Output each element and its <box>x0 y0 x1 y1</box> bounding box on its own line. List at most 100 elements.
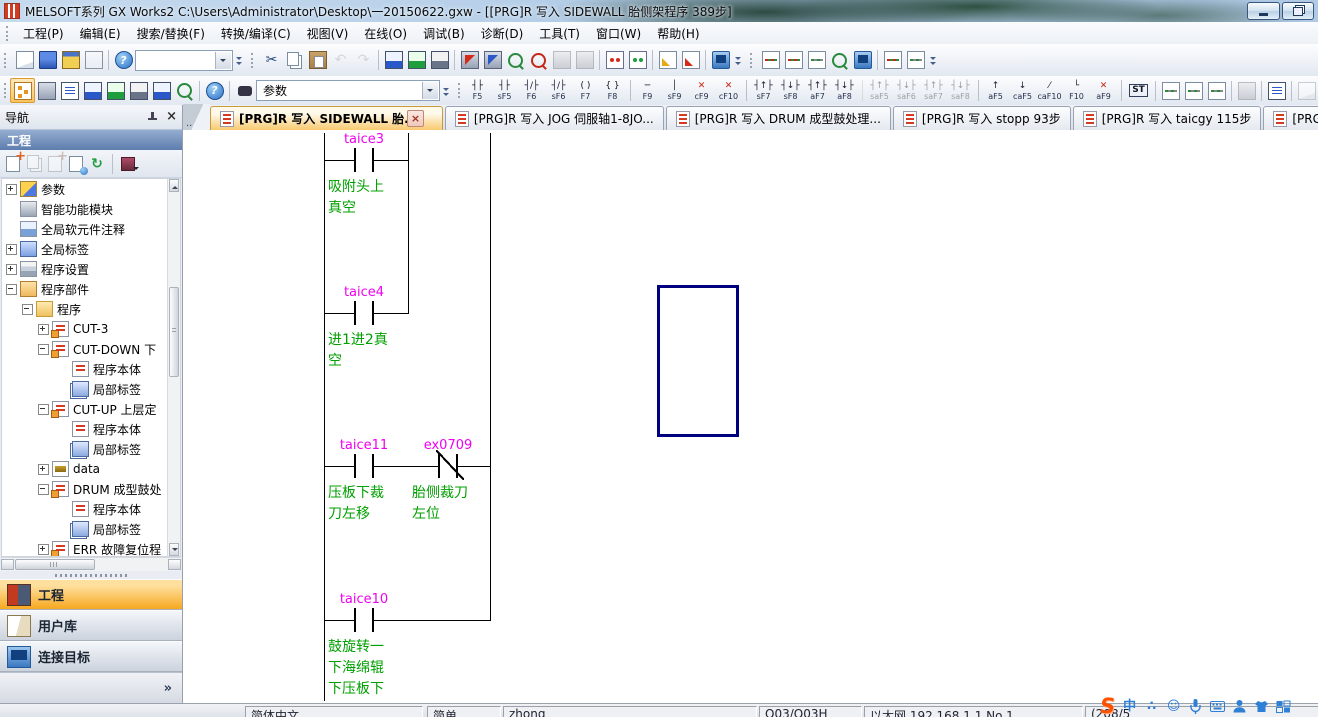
tree-expander[interactable] <box>38 544 49 555</box>
emoji-icon[interactable]: ☺ <box>1166 699 1181 714</box>
tree-expander[interactable] <box>6 244 17 255</box>
write-to-plc-button[interactable] <box>458 49 481 72</box>
chinese-mode-icon[interactable]: 中 <box>1122 699 1137 714</box>
ladder-symbol-button[interactable]: ↓ caF5 <box>1009 78 1036 103</box>
tree-item[interactable]: CUT-DOWN 下 <box>2 339 168 359</box>
ladder-contact[interactable]: taice10 鼓旋转一 下海绵辊 下压板下 <box>322 592 406 608</box>
ladder-contact[interactable]: taice3 吸附头上 真空 <box>322 132 406 148</box>
function-list-button[interactable] <box>58 79 81 102</box>
scroll-down-button[interactable] <box>169 543 179 556</box>
monitor-write-button[interactable] <box>550 49 573 72</box>
copy-item-button[interactable] <box>25 155 43 173</box>
sogou-logo-icon[interactable]: S <box>1099 696 1117 716</box>
program-combo[interactable] <box>135 50 233 71</box>
combo-dropdown-icon[interactable] <box>215 52 231 69</box>
tree-expander[interactable] <box>22 304 33 315</box>
property-button[interactable] <box>67 155 85 173</box>
help-button[interactable]: ? <box>112 49 135 72</box>
device-zoom-dropdown[interactable] <box>173 79 196 102</box>
paste-button[interactable] <box>306 49 329 72</box>
tree-vertical-scrollbar[interactable] <box>167 179 180 556</box>
tree-item[interactable]: DRUM 成型鼓处 <box>2 479 168 499</box>
note-jump-button[interactable] <box>679 49 702 72</box>
tree-item[interactable]: 程序本体 <box>2 359 168 379</box>
menu-item[interactable]: 调试(B) <box>415 23 473 44</box>
device-find-button[interactable] <box>81 79 104 102</box>
toolbox-icon[interactable] <box>1276 699 1291 714</box>
tree-expander[interactable] <box>38 484 49 495</box>
menu-item[interactable]: 帮助(H) <box>649 23 707 44</box>
ladder-symbol-button[interactable]: └ F10 <box>1063 78 1090 103</box>
undo-button[interactable] <box>329 49 352 72</box>
paste-item-button[interactable] <box>46 155 64 173</box>
add-item-button[interactable] <box>4 155 22 173</box>
wave-check-button[interactable] <box>881 49 904 72</box>
navigation-view-button[interactable]: 用户库 <box>0 610 182 641</box>
menu-item[interactable]: 窗口(W) <box>588 23 649 44</box>
ladder-symbol-button[interactable]: ( ) F7 <box>572 78 599 103</box>
tree-item[interactable]: ERR 故障复位程 <box>2 539 168 556</box>
open-project-button[interactable] <box>36 49 59 72</box>
ladder-editor[interactable]: taice3 吸附头上 真空 taice4 进1进2真 空 taice11 压 <box>183 130 1318 703</box>
tree-item[interactable]: 全局标签 <box>2 239 168 259</box>
tree-item[interactable]: CUT-UP 上层定 <box>2 399 168 419</box>
device-display-2-button[interactable] <box>626 49 649 72</box>
ladder-symbol-button[interactable]: ┤↑├ aF7 <box>804 78 831 103</box>
tab-scroll-corner[interactable]: .. <box>183 104 210 130</box>
navigation-toggle-button[interactable] <box>10 78 35 103</box>
toolbar-overflow-chevron[interactable] <box>233 49 245 71</box>
more-views-button[interactable]: » <box>164 681 172 696</box>
help-button-2[interactable]: ? <box>203 79 226 102</box>
monitor-screen-button[interactable] <box>709 49 732 72</box>
tree-item[interactable]: CUT-3 <box>2 319 168 339</box>
read-from-plc-button[interactable] <box>481 49 504 72</box>
document-tab[interactable]: [PRG]R 写入 taicgy 115步 <box>1073 106 1262 130</box>
redo-button[interactable] <box>352 49 375 72</box>
navigation-view-button[interactable]: 连接目标 <box>0 641 182 672</box>
tree-item[interactable]: 全局软元件注释 <box>2 219 168 239</box>
statement-jump-button[interactable] <box>656 49 679 72</box>
minimize-button[interactable] <box>1247 2 1280 20</box>
menu-item[interactable]: 搜索/替换(F) <box>129 23 213 44</box>
tree-item[interactable]: 局部标签 <box>2 379 168 399</box>
scroll-thumb[interactable] <box>15 559 95 570</box>
tree-expander[interactable] <box>6 284 17 295</box>
menu-item[interactable]: 转换/编译(C) <box>213 23 299 44</box>
toolbar-overflow-chevron[interactable] <box>927 49 939 71</box>
keyboard-icon[interactable] <box>1210 699 1225 714</box>
tab-close-button[interactable]: × <box>407 110 424 127</box>
module-config-button[interactable] <box>35 79 58 102</box>
tree-expander[interactable] <box>6 184 17 195</box>
ladder-contact[interactable]: taice11 压板下裁 刀左移 <box>322 438 406 454</box>
refresh-button[interactable] <box>88 155 106 173</box>
ladder-symbol-button[interactable]: ┤↓├ aF8 <box>831 78 858 103</box>
ladder-symbol-button[interactable]: ┤├ F5 <box>464 78 491 103</box>
ladder-symbol-button[interactable]: ┤↑├ saF7 <box>920 78 947 103</box>
document-tab[interactable]: [PRG]R 写入 <box>1263 106 1318 130</box>
restore-button[interactable] <box>1282 2 1314 20</box>
trace-setting-button[interactable] <box>759 49 782 72</box>
edit-cursor-selection[interactable] <box>657 285 739 437</box>
device-register-button[interactable] <box>127 79 150 102</box>
ladder-symbol-button[interactable]: ST <box>1125 78 1152 103</box>
ladder-symbol-button[interactable]: { } F8 <box>599 78 626 103</box>
edit-contact-button[interactable] <box>1182 79 1205 102</box>
ladder-symbol-button[interactable]: ┤├ sF5 <box>491 78 518 103</box>
toolbar-overflow-chevron[interactable] <box>440 80 452 102</box>
menu-item[interactable]: 诊断(D) <box>473 23 532 44</box>
menu-item[interactable]: 视图(V) <box>299 23 357 44</box>
ladder-symbol-button[interactable]: ↑ aF5 <box>982 78 1009 103</box>
tree-item[interactable]: data <box>2 459 168 479</box>
trace-search-button[interactable] <box>828 49 851 72</box>
ladder-contact[interactable]: ex0709 胎侧裁刀 左位 <box>406 438 490 454</box>
microphone-icon[interactable] <box>1188 699 1203 714</box>
new-project-button[interactable] <box>13 49 36 72</box>
tree-expander[interactable] <box>38 464 49 475</box>
tree-item[interactable]: 参数 <box>2 179 168 199</box>
tree-expander[interactable] <box>38 324 49 335</box>
sort-filter-button[interactable] <box>119 155 137 173</box>
ladder-symbol-button[interactable]: ✕ aF9 <box>1090 78 1117 103</box>
copy-button[interactable] <box>283 49 306 72</box>
print-button[interactable] <box>82 49 105 72</box>
ladder-symbol-button[interactable]: ┤↓├ saF8 <box>947 78 974 103</box>
